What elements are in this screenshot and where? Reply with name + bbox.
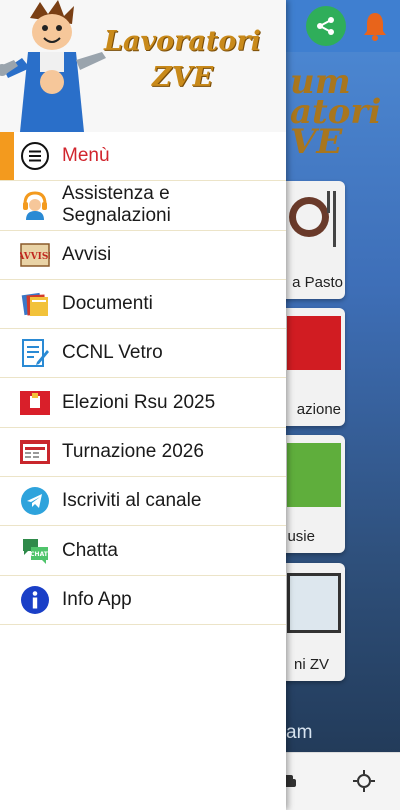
drawer-item-label: Menù	[62, 145, 110, 167]
info-icon	[20, 585, 50, 615]
mascot-logo	[0, 0, 106, 132]
folders-icon	[20, 289, 50, 319]
app-title-line2: ZVE	[152, 62, 214, 93]
drawer-item-label: Avvisi	[62, 243, 112, 265]
bell-icon[interactable]	[358, 8, 392, 44]
telegram-icon	[20, 486, 50, 516]
svg-text:AVVISI: AVVISI	[20, 252, 50, 262]
drawer-item-assistenza[interactable]: Assistenza e Segnalazioni	[0, 181, 286, 231]
drawer-item-documenti[interactable]: Documenti	[0, 280, 286, 330]
drawer-header: Lavoratori ZVE	[0, 0, 286, 132]
drawer-item-label: Assistenza e Segnalazioni	[62, 183, 171, 227]
drawer-item-menu[interactable]: Menù	[0, 132, 286, 182]
drawer-item-ccnl-vetro[interactable]: CCNL Vetro	[0, 329, 286, 379]
drawer-menu: Menù Assistenza e Segnalazioni AVVISI	[0, 132, 286, 625]
live-chat-icon: CHAT	[20, 536, 50, 566]
drawer-item-chatta[interactable]: CHAT Chatta	[0, 526, 286, 576]
drawer-item-label: Turnazione 2026	[62, 440, 204, 462]
ballot-box-icon	[20, 388, 50, 418]
app-title-line1: Lavoratori	[104, 26, 261, 57]
drawer-item-label: Chatta	[62, 539, 118, 561]
document-edit-icon	[20, 338, 50, 368]
svg-text:CHAT: CHAT	[30, 551, 49, 558]
drawer-item-label: Iscriviti al canale	[62, 490, 202, 512]
weather-icon	[353, 770, 375, 792]
drawer-item-label: Elezioni Rsu 2025	[62, 391, 216, 413]
drawer-item-label: Documenti	[62, 293, 153, 315]
chart-image	[287, 573, 341, 633]
drawer-item-turnazione[interactable]: Turnazione 2026	[0, 428, 286, 478]
notice-image	[287, 316, 341, 370]
background-title-line: VE	[290, 122, 343, 162]
hamburger-circle-icon	[20, 141, 50, 171]
background-bottom-text: am	[286, 722, 313, 743]
cutlery-icon	[289, 191, 336, 247]
drawer-item-iscriviti-canale[interactable]: Iscriviti al canale	[0, 477, 286, 527]
drawer-item-label: CCNL Vetro	[62, 342, 163, 364]
drawer-item-elezioni-rsu[interactable]: Elezioni Rsu 2025	[0, 378, 286, 428]
navigation-drawer: Lavoratori ZVE Menù Assistenza e Segnala…	[0, 0, 286, 810]
avvisi-sign-icon: AVVISI	[20, 240, 50, 270]
headset-support-icon	[20, 190, 50, 221]
drawer-item-avvisi[interactable]: AVVISI Avvisi	[0, 231, 286, 280]
share-icon[interactable]	[306, 6, 346, 46]
calendar-board-icon	[20, 437, 50, 467]
drawer-item-label: Info App	[62, 588, 132, 610]
si-image	[287, 443, 341, 507]
drawer-item-info-app[interactable]: Info App	[0, 576, 286, 625]
